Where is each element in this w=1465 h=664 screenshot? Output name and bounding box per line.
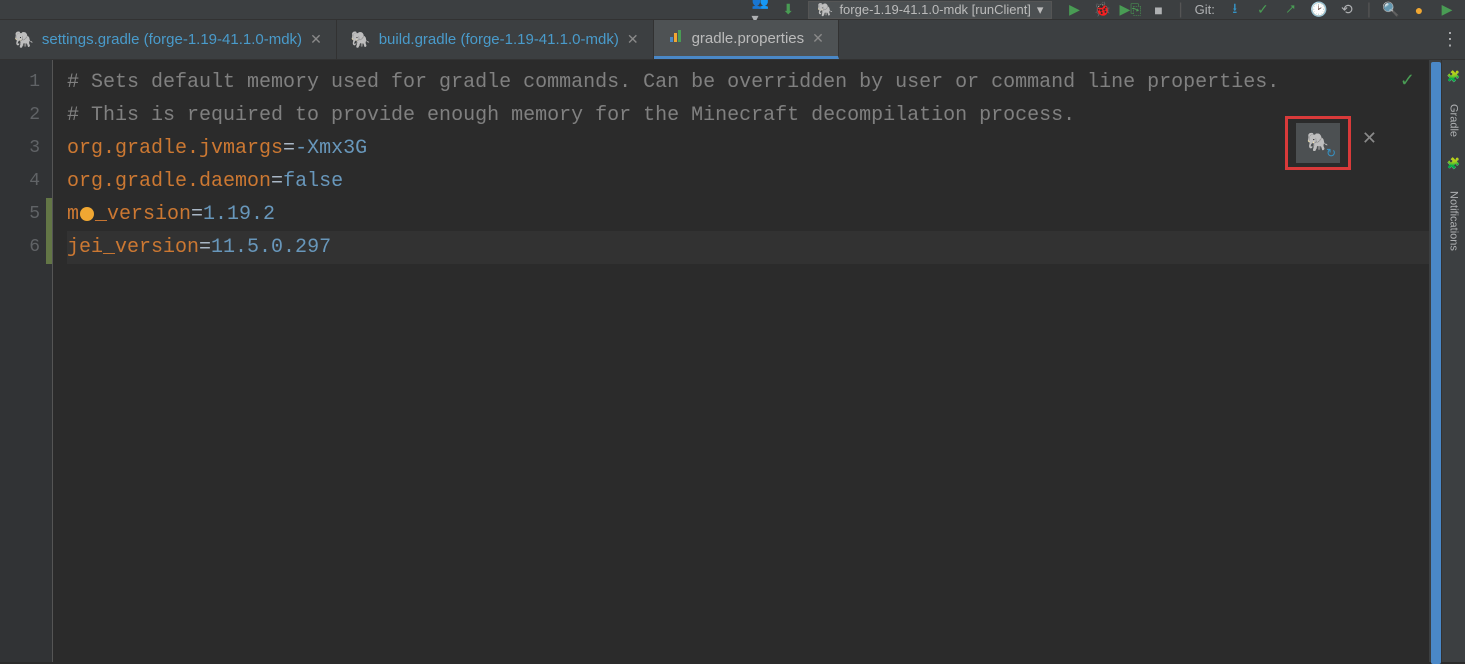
elephant-icon: 🐘 (14, 30, 34, 50)
notifications-panel-button[interactable]: Notifications (1448, 191, 1460, 251)
gear-icon[interactable]: ▶ (1439, 2, 1455, 18)
users-icon[interactable]: 👥▾ (752, 2, 768, 18)
line-number: 5 (0, 198, 52, 231)
hammer-icon[interactable]: ⬇ (780, 2, 796, 18)
elephant-icon: 🐘 (817, 2, 833, 18)
main-toolbar: 👥▾ ⬇ 🐘 forge-1.19-41.1.0-mdk [runClient]… (0, 0, 1465, 20)
sync-icon: ↻ (1326, 146, 1336, 161)
git-commit-icon[interactable]: ✓ (1255, 2, 1271, 18)
tab-label: gradle.properties (692, 30, 805, 47)
code-line: m_version=1.19.2 (67, 198, 1429, 231)
tab-build-gradle[interactable]: 🐘 build.gradle (forge-1.19-41.1.0-mdk) ✕ (337, 20, 654, 59)
editor-tabs: 🐘 settings.gradle (forge-1.19-41.1.0-mdk… (0, 20, 1465, 60)
tab-label: settings.gradle (forge-1.19-41.1.0-mdk) (42, 31, 302, 48)
inspection-ok-icon[interactable]: ✓ (1400, 70, 1415, 92)
chevron-down-icon: ▾ (1037, 2, 1044, 18)
run-config-label: forge-1.19-41.1.0-mdk [runClient] (839, 2, 1030, 17)
line-gutter: 1 2 3 4 5 6 (0, 60, 52, 662)
line-number: 1 (0, 66, 52, 99)
bars-icon (668, 28, 684, 48)
gradle-reload-button[interactable]: 🐘 ↻ (1296, 123, 1340, 163)
coverage-icon[interactable]: ▶⎘ (1122, 2, 1138, 18)
git-history-icon[interactable]: 🕑 (1311, 2, 1327, 18)
lightbulb-icon[interactable] (80, 207, 94, 221)
puzzle-icon[interactable]: 🧩 (1447, 157, 1461, 171)
puzzle-icon[interactable]: 🧩 (1447, 70, 1461, 84)
git-label: Git: (1195, 2, 1215, 17)
close-icon[interactable]: ✕ (812, 30, 824, 47)
editor-area: 1 2 3 4 5 6 ✓ 🐘 ↻ ✕ # Sets default memor… (0, 60, 1465, 662)
line-number: 4 (0, 165, 52, 198)
git-push-icon[interactable]: ⭧ (1283, 2, 1299, 18)
close-icon[interactable]: ✕ (310, 31, 322, 48)
line-number: 3 (0, 132, 52, 165)
stop-icon[interactable]: ■ (1150, 2, 1166, 18)
git-rollback-icon[interactable]: ⟲ (1339, 2, 1355, 18)
tab-label: build.gradle (forge-1.19-41.1.0-mdk) (379, 31, 619, 48)
ide-settings-icon[interactable]: ● (1411, 2, 1427, 18)
close-icon[interactable]: ✕ (627, 31, 639, 48)
code-line: # Sets default memory used for gradle co… (67, 66, 1429, 99)
code-line: org.gradle.jvmargs=-Xmx3G (67, 132, 1429, 165)
tab-gradle-properties[interactable]: gradle.properties ✕ (654, 20, 839, 59)
code-editor[interactable]: ✓ 🐘 ↻ ✕ # Sets default memory used for g… (52, 60, 1429, 662)
code-line: jei_version=11.5.0.297 (67, 231, 1429, 264)
gradle-reload-highlight: 🐘 ↻ (1285, 116, 1351, 170)
gradle-panel-button[interactable]: Gradle (1448, 104, 1460, 137)
code-line: org.gradle.daemon=false (67, 165, 1429, 198)
elephant-icon: 🐘 (351, 30, 371, 50)
tabs-menu-icon[interactable]: ⋮ (1435, 20, 1465, 59)
search-icon[interactable]: 🔍 (1383, 2, 1399, 18)
run-config-selector[interactable]: 🐘 forge-1.19-41.1.0-mdk [runClient] ▾ (808, 1, 1052, 19)
close-icon[interactable]: ✕ (1362, 128, 1377, 150)
right-highlight (1429, 60, 1441, 662)
line-number: 6 (0, 231, 52, 264)
tab-settings-gradle[interactable]: 🐘 settings.gradle (forge-1.19-41.1.0-mdk… (0, 20, 337, 59)
line-number: 2 (0, 99, 52, 132)
git-update-icon[interactable]: ⭳ (1227, 2, 1243, 18)
run-icon[interactable]: ▶ (1066, 2, 1082, 18)
debug-icon[interactable]: 🐞 (1094, 2, 1110, 18)
code-line: # This is required to provide enough mem… (67, 99, 1429, 132)
right-side-panels: 🧩 Gradle 🧩 Notifications (1441, 60, 1465, 662)
